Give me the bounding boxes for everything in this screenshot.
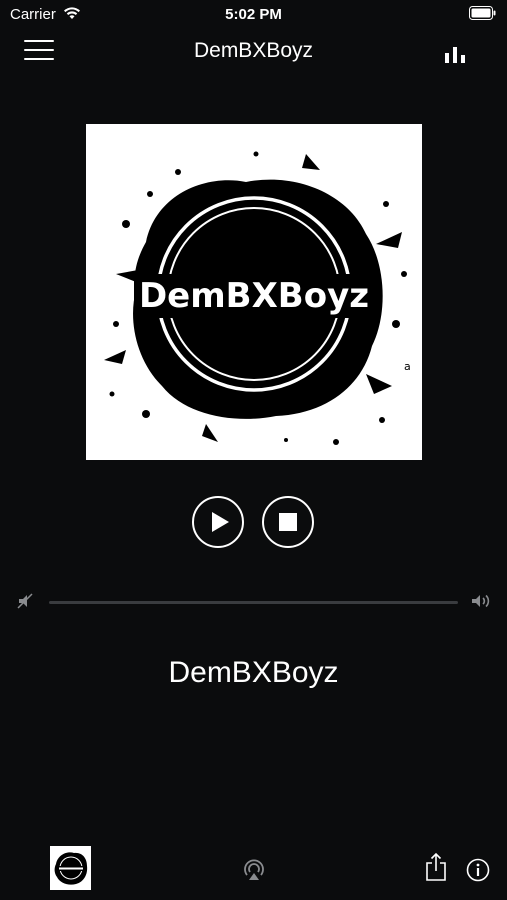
- volume-mute-icon[interactable]: [17, 592, 35, 615]
- stop-icon: [279, 513, 297, 531]
- volume-max-icon[interactable]: [470, 592, 492, 615]
- status-bar: Carrier 5:02 PM: [0, 0, 507, 28]
- play-button[interactable]: [192, 496, 244, 548]
- logo-text: DemBXBoyz: [139, 276, 369, 316]
- volume-slider[interactable]: [49, 601, 458, 604]
- share-icon[interactable]: [425, 852, 447, 887]
- station-artwork: DemBXBoyz a: [86, 124, 422, 460]
- equalizer-icon[interactable]: [445, 45, 471, 63]
- playback-controls: [0, 496, 507, 552]
- artwork-corner-mark: a: [404, 360, 411, 373]
- battery-icon: [469, 6, 497, 25]
- info-icon[interactable]: [466, 858, 490, 887]
- station-name: DemBXBoyz: [168, 656, 339, 689]
- nav-bar: DemBXBoyz: [0, 28, 507, 76]
- volume-row: [0, 588, 507, 616]
- nav-title: DemBXBoyz: [193, 39, 314, 62]
- station-thumbnail[interactable]: [50, 846, 91, 890]
- airplay-icon[interactable]: [241, 856, 267, 887]
- status-time: 5:02 PM: [225, 6, 282, 23]
- bottom-toolbar: [0, 840, 507, 900]
- stop-button[interactable]: [262, 496, 314, 548]
- play-icon: [212, 512, 229, 532]
